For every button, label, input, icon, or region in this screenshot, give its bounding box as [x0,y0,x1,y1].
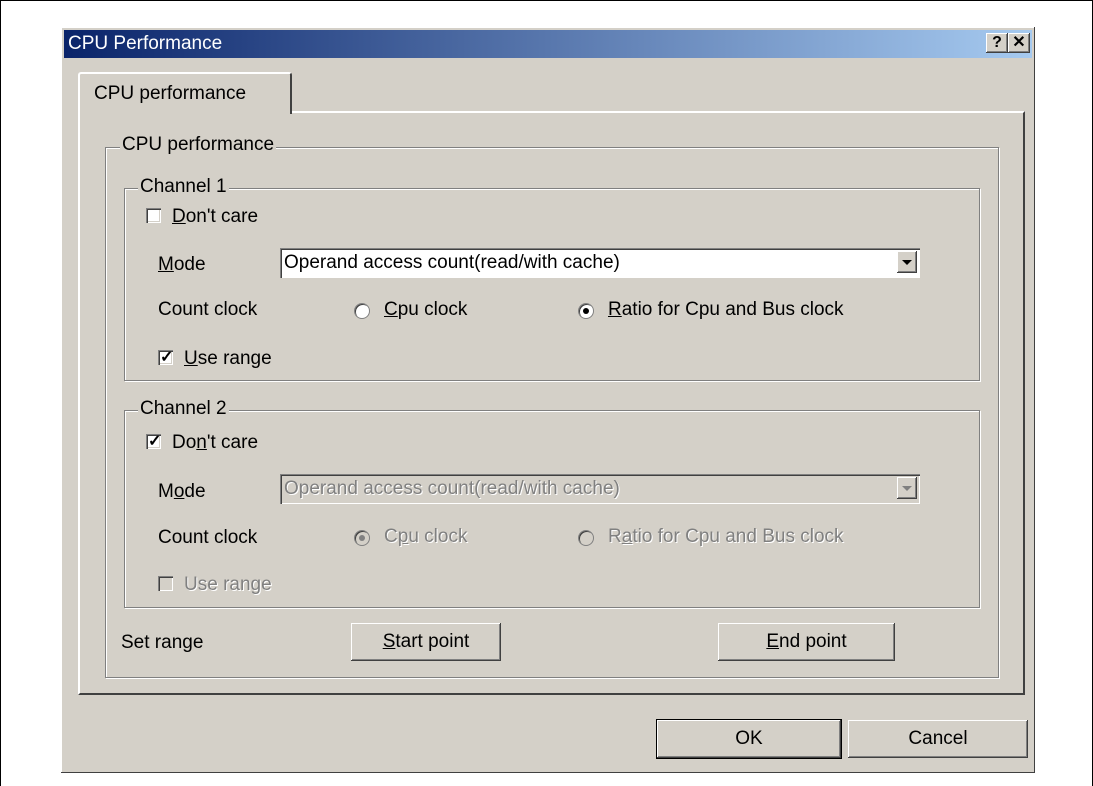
ok-label: OK [735,728,763,749]
channel2-use-range-label[interactable]: Use range [184,574,272,596]
help-icon: ? [992,34,1002,51]
channel2-dont-care-label[interactable]: Don't care [172,432,258,454]
radio-selected-dot [359,535,365,541]
channel1-dont-care-checkbox[interactable] [146,208,161,223]
channel2-cpu-clock-radio[interactable] [354,530,370,546]
frame-top-line [0,0,1093,1]
checkmark-icon: ✓ [160,349,174,366]
tab-cpu-performance[interactable]: CPU performance [78,72,292,114]
channel1-use-range-label[interactable]: Use range [184,348,272,370]
cpu-performance-group-label: CPU performance [120,134,277,156]
end-point-label: End point [766,631,847,652]
cancel-button[interactable]: Cancel [848,720,1028,758]
channel2-ratio-radio[interactable] [578,530,594,546]
channel2-dont-care-checkbox[interactable]: ✓ [146,433,162,450]
checkmark-icon: ✓ [148,433,162,450]
channel1-label: Channel 1 [138,176,229,198]
channel2-mode-value: Operand access count(read/with cache) [284,478,620,499]
ok-button[interactable]: OK [656,719,842,759]
chevron-down-icon [902,486,912,491]
channel2-mode-select[interactable]: Operand access count(read/with cache) [280,474,920,504]
channel2-count-clock-label: Count clock [158,527,258,548]
help-button[interactable]: ? [986,33,1008,53]
channel2-cpu-clock-label[interactable]: Cpu clock [384,526,467,548]
frame-left-line [0,0,1,786]
close-icon: ✕ [1012,34,1026,51]
tab-label: CPU performance [94,83,247,104]
channel2-ratio-label[interactable]: Ratio for Cpu and Bus clock [608,526,844,548]
chevron-down-icon [902,260,912,265]
start-point-label: Start point [382,631,470,652]
cancel-label: Cancel [908,728,968,749]
channel2-label: Channel 2 [138,398,229,420]
channel2-use-range-checkbox[interactable] [158,576,173,591]
channel1-cpu-clock-label[interactable]: Cpu clock [384,299,467,321]
channel1-mode-label: Mode [158,254,206,275]
cpu-performance-dialog: CPU Performance ? ✕ CPU performance CPU … [61,27,1035,773]
channel1-ratio-label[interactable]: Ratio for Cpu and Bus clock [608,299,844,321]
channel1-dont-care-label[interactable]: Don't care [172,206,258,228]
channel1-count-clock-label: Count clock [158,299,258,320]
start-point-button[interactable]: Start point [351,623,501,661]
channel2-mode-dropdown-button[interactable] [897,477,917,499]
radio-selected-dot [583,308,589,314]
channel2-mode-label: Mode [158,481,206,502]
channel1-mode-value: Operand access count(read/with cache) [284,252,620,273]
end-point-button[interactable]: End point [718,623,895,661]
title-bar[interactable]: CPU Performance ? ✕ [64,30,1032,58]
channel1-use-range-checkbox[interactable]: ✓ [158,349,174,366]
channel1-ratio-radio[interactable] [578,303,594,319]
tab-panel: CPU performance Channel 1 Don't care Mod… [78,111,1025,695]
set-range-label: Set range [121,632,204,653]
channel1-cpu-clock-radio[interactable] [354,303,370,319]
channel1-mode-select[interactable]: Operand access count(read/with cache) [280,248,920,278]
window-title: CPU Performance [68,33,223,54]
close-button[interactable]: ✕ [1008,33,1030,53]
channel1-mode-dropdown-button[interactable] [897,251,917,273]
